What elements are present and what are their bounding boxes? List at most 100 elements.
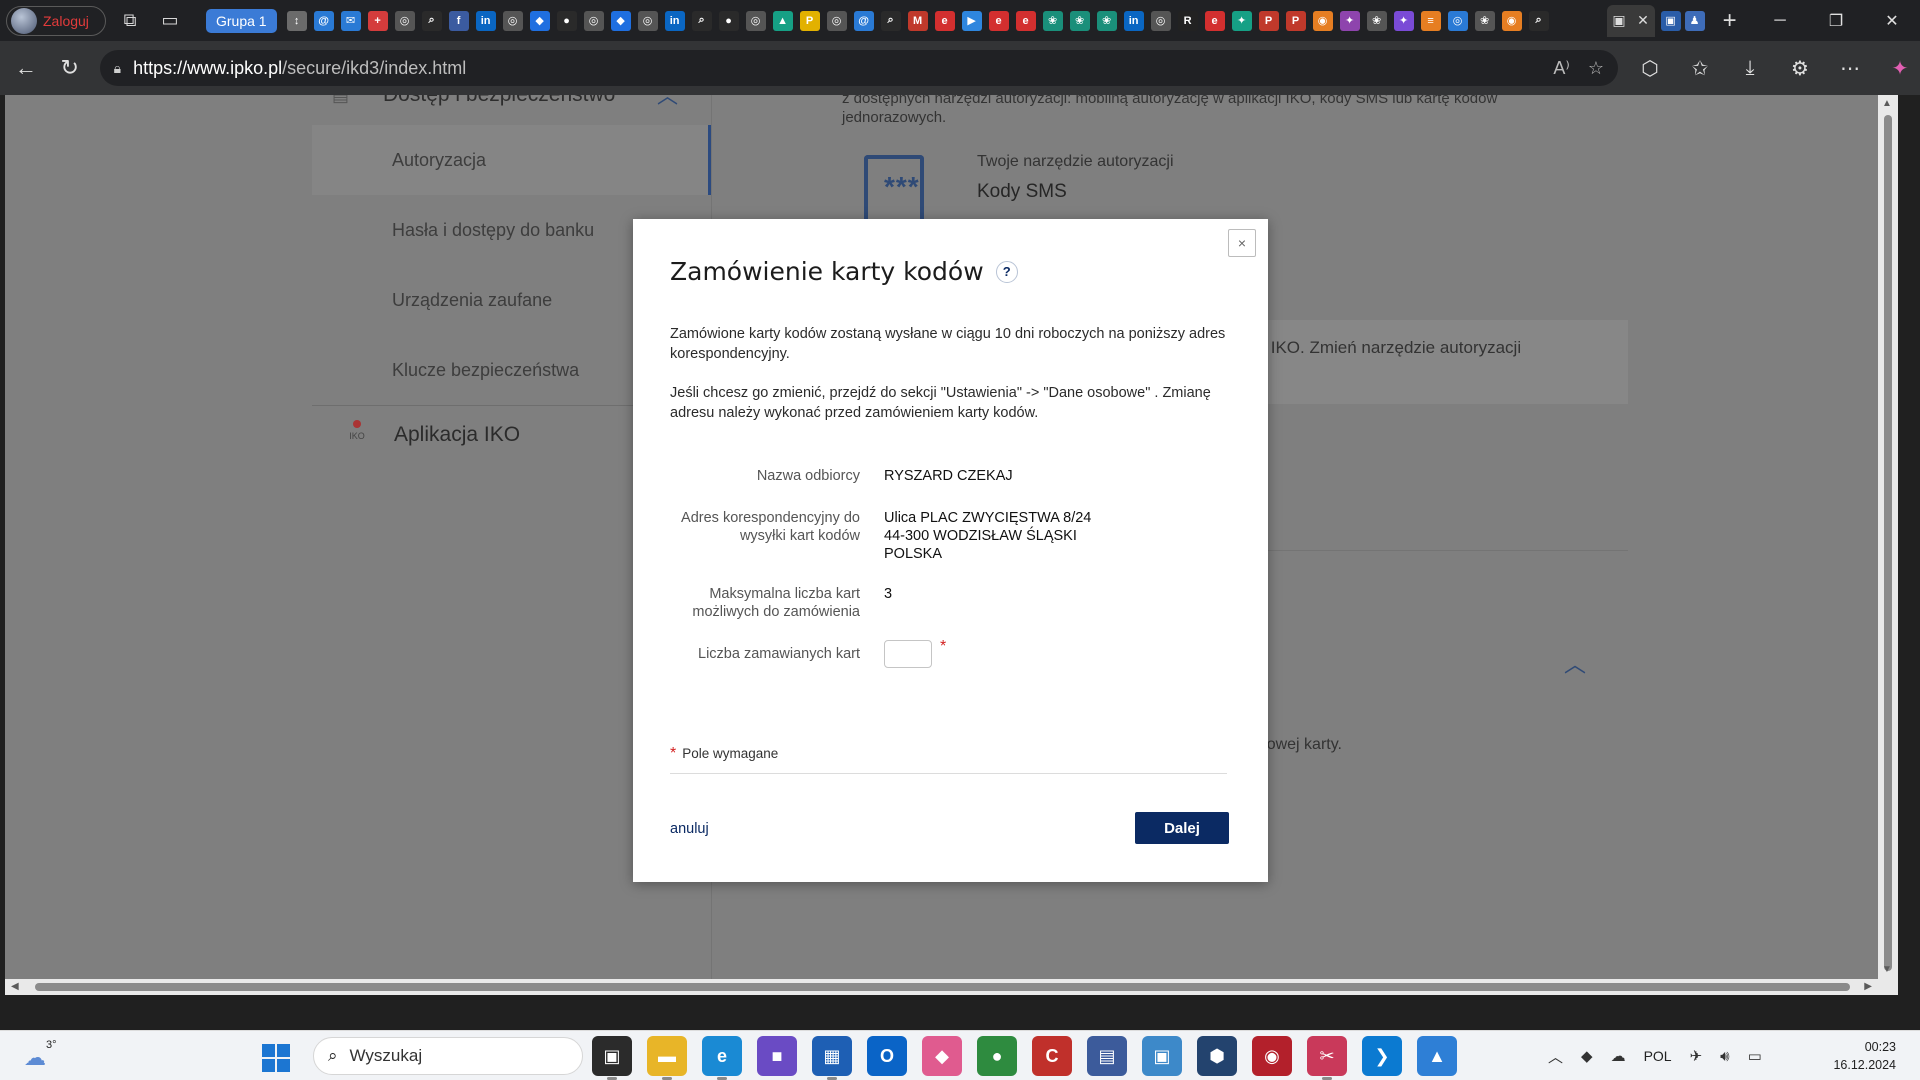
chevron-up-icon[interactable]: ︿ xyxy=(1548,1046,1563,1067)
photos-icon[interactable]: ▲ xyxy=(1417,1036,1457,1076)
new-tab-button[interactable]: + xyxy=(1715,7,1745,35)
quantity-input[interactable] xyxy=(884,640,932,668)
snipping-icon[interactable]: ✂ xyxy=(1307,1036,1347,1080)
rdp-icon[interactable]: ▣ xyxy=(1142,1036,1182,1076)
close-button[interactable]: × xyxy=(1228,229,1256,257)
url-text[interactable]: https://www.ipko.pl/secure/ikd3/index.ht… xyxy=(133,58,1553,79)
back-icon[interactable]: ← xyxy=(8,50,44,86)
r-icon[interactable]: R xyxy=(1177,10,1198,31)
dropbox-icon[interactable]: ◆ xyxy=(529,10,550,31)
scroll-thumb[interactable] xyxy=(35,983,1850,991)
mail-icon[interactable]: @ xyxy=(313,10,334,31)
next-button[interactable]: Dalej xyxy=(1135,812,1229,844)
task-view-icon[interactable]: ▣ xyxy=(592,1036,632,1080)
dark-tab-icon-2[interactable]: ● xyxy=(718,10,739,31)
scroll-left-icon[interactable]: ◀ xyxy=(11,981,19,992)
scroll-down-icon[interactable]: ▼ xyxy=(1882,964,1892,975)
address-bar[interactable]: 🔒︎ https://www.ipko.pl/secure/ikd3/index… xyxy=(99,50,1618,86)
vertical-tabs-icon[interactable]: ▭ xyxy=(154,5,186,37)
pdf-icon-2[interactable]: P xyxy=(1285,10,1306,31)
active-tab[interactable]: ▣ ✕ xyxy=(1606,4,1655,37)
weather-widget[interactable]: ☁ 3° xyxy=(24,1039,64,1073)
xbox-like-icon[interactable]: ● xyxy=(977,1036,1017,1076)
vertical-scrollbar[interactable]: ▲ ▼ xyxy=(1878,95,1898,995)
dropbox-icon[interactable]: ◆ xyxy=(1581,1047,1593,1065)
pinned-tab-icon[interactable]: ▣ xyxy=(1660,10,1681,31)
taskbar-search[interactable]: ⌕ Wyszukaj xyxy=(313,1037,583,1075)
nested-tabs-icon[interactable]: ↕ xyxy=(286,10,307,31)
network-icon[interactable]: ▤ xyxy=(1087,1036,1127,1076)
airplane-icon[interactable]: ✈ xyxy=(1690,1047,1703,1065)
gmail-icon[interactable]: M xyxy=(907,10,928,31)
reload-icon[interactable]: ↻ xyxy=(52,50,88,86)
more-menu-icon[interactable]: ⋯ xyxy=(1830,50,1870,86)
globe-icon[interactable]: ◎ xyxy=(394,10,415,31)
facebook-icon[interactable]: f xyxy=(448,10,469,31)
sidebar-section-security[interactable]: ▤ Dostęp i bezpieczeństwo ︿ xyxy=(312,95,712,121)
language-indicator[interactable]: POL xyxy=(1644,1048,1672,1064)
brain-icon-3[interactable]: ❀ xyxy=(1096,10,1117,31)
vscode-icon[interactable]: ❯ xyxy=(1362,1036,1402,1076)
profile-button[interactable]: Zaloguj xyxy=(6,5,106,36)
minimize-icon[interactable]: ─ xyxy=(1752,0,1808,41)
parking-icon[interactable]: P xyxy=(799,10,820,31)
volume-icon[interactable]: 🔊︎ xyxy=(1720,1048,1729,1065)
start-button[interactable] xyxy=(262,1044,290,1072)
ai-icon[interactable]: ✦ xyxy=(1339,10,1360,31)
e-icon[interactable]: e xyxy=(934,10,955,31)
openai-icon[interactable]: ❀ xyxy=(1366,10,1387,31)
tab-group-label[interactable]: Grupa 1 xyxy=(206,8,277,33)
mail-icon-2[interactable]: ✉ xyxy=(340,10,361,31)
linkedin-icon[interactable]: in xyxy=(475,10,496,31)
favorites-icon[interactable]: ✩ xyxy=(1680,50,1720,86)
linkedin-icon-3[interactable]: in xyxy=(1123,10,1144,31)
downloads-icon[interactable]: ⤓ xyxy=(1730,50,1770,86)
workspaces-icon[interactable]: ⧉ xyxy=(114,5,146,37)
dark-tab-icon[interactable]: ● xyxy=(556,10,577,31)
ccleaner-icon[interactable]: C xyxy=(1032,1036,1072,1076)
read-aloud-icon[interactable]: A⁾ xyxy=(1553,58,1569,79)
search-tab-icon-3[interactable]: ⌕ xyxy=(880,10,901,31)
globe-icon-4[interactable]: ◎ xyxy=(637,10,658,31)
sparkle-icon[interactable]: ✦ xyxy=(1393,10,1414,31)
performance-icon[interactable]: ⚙ xyxy=(1780,50,1820,86)
scroll-thumb[interactable] xyxy=(1884,115,1892,971)
maps-icon[interactable]: ▲ xyxy=(772,10,793,31)
linkedin-icon-2[interactable]: in xyxy=(664,10,685,31)
save-app-icon[interactable]: ■ xyxy=(757,1036,797,1076)
brain-icon[interactable]: ❀ xyxy=(1042,10,1063,31)
search-tab-icon[interactable]: ⌕ xyxy=(421,10,442,31)
chevron-up-icon[interactable]: ︿ xyxy=(1564,647,1588,677)
favorite-star-icon[interactable]: ☆ xyxy=(1588,58,1604,79)
scroll-right-icon[interactable]: ▶ xyxy=(1864,981,1872,992)
edge-icon[interactable]: e xyxy=(702,1036,742,1080)
help-icon[interactable]: ? xyxy=(995,260,1018,283)
store-icon[interactable]: ▦ xyxy=(812,1036,852,1080)
box-icon[interactable]: ⬢ xyxy=(1197,1036,1237,1076)
puzzle-icon[interactable]: ✦ xyxy=(1231,10,1252,31)
close-window-icon[interactable]: ✕ xyxy=(1864,0,1920,41)
restore-icon[interactable]: ❐ xyxy=(1808,0,1864,41)
search-tab-icon-4[interactable]: ⌕ xyxy=(1528,10,1549,31)
person-tab-icon[interactable]: ♟ xyxy=(1684,10,1705,31)
globe-icon-8[interactable]: ◎ xyxy=(1447,10,1468,31)
outlook-icon[interactable]: O xyxy=(867,1036,907,1076)
globe-icon-6[interactable]: ◎ xyxy=(826,10,847,31)
globe-icon-7[interactable]: ◎ xyxy=(1150,10,1171,31)
scroll-up-icon[interactable]: ▲ xyxy=(1882,98,1892,109)
e-icon-3[interactable]: e xyxy=(1015,10,1036,31)
dropbox-icon-2[interactable]: ◆ xyxy=(610,10,631,31)
chevron-up-icon[interactable]: ︿ xyxy=(657,95,678,110)
extensions-icon[interactable]: ⬡ xyxy=(1630,50,1670,86)
lock-icon[interactable]: 🔒︎ xyxy=(114,60,121,77)
close-tab-icon[interactable]: ✕ xyxy=(1637,12,1649,29)
globe-icon-3[interactable]: ◎ xyxy=(583,10,604,31)
davinci-icon[interactable]: ◉ xyxy=(1252,1036,1292,1076)
mail-icon-3[interactable]: @ xyxy=(853,10,874,31)
horizontal-scrollbar[interactable]: ◀ ▶ xyxy=(5,979,1878,995)
search-tab-icon-2[interactable]: ⌕ xyxy=(691,10,712,31)
globe-icon-2[interactable]: ◎ xyxy=(502,10,523,31)
onedrive-icon[interactable]: ☁ xyxy=(1611,1047,1626,1065)
pdf-icon[interactable]: P xyxy=(1258,10,1279,31)
copilot-icon[interactable]: ✦ xyxy=(1880,50,1920,86)
